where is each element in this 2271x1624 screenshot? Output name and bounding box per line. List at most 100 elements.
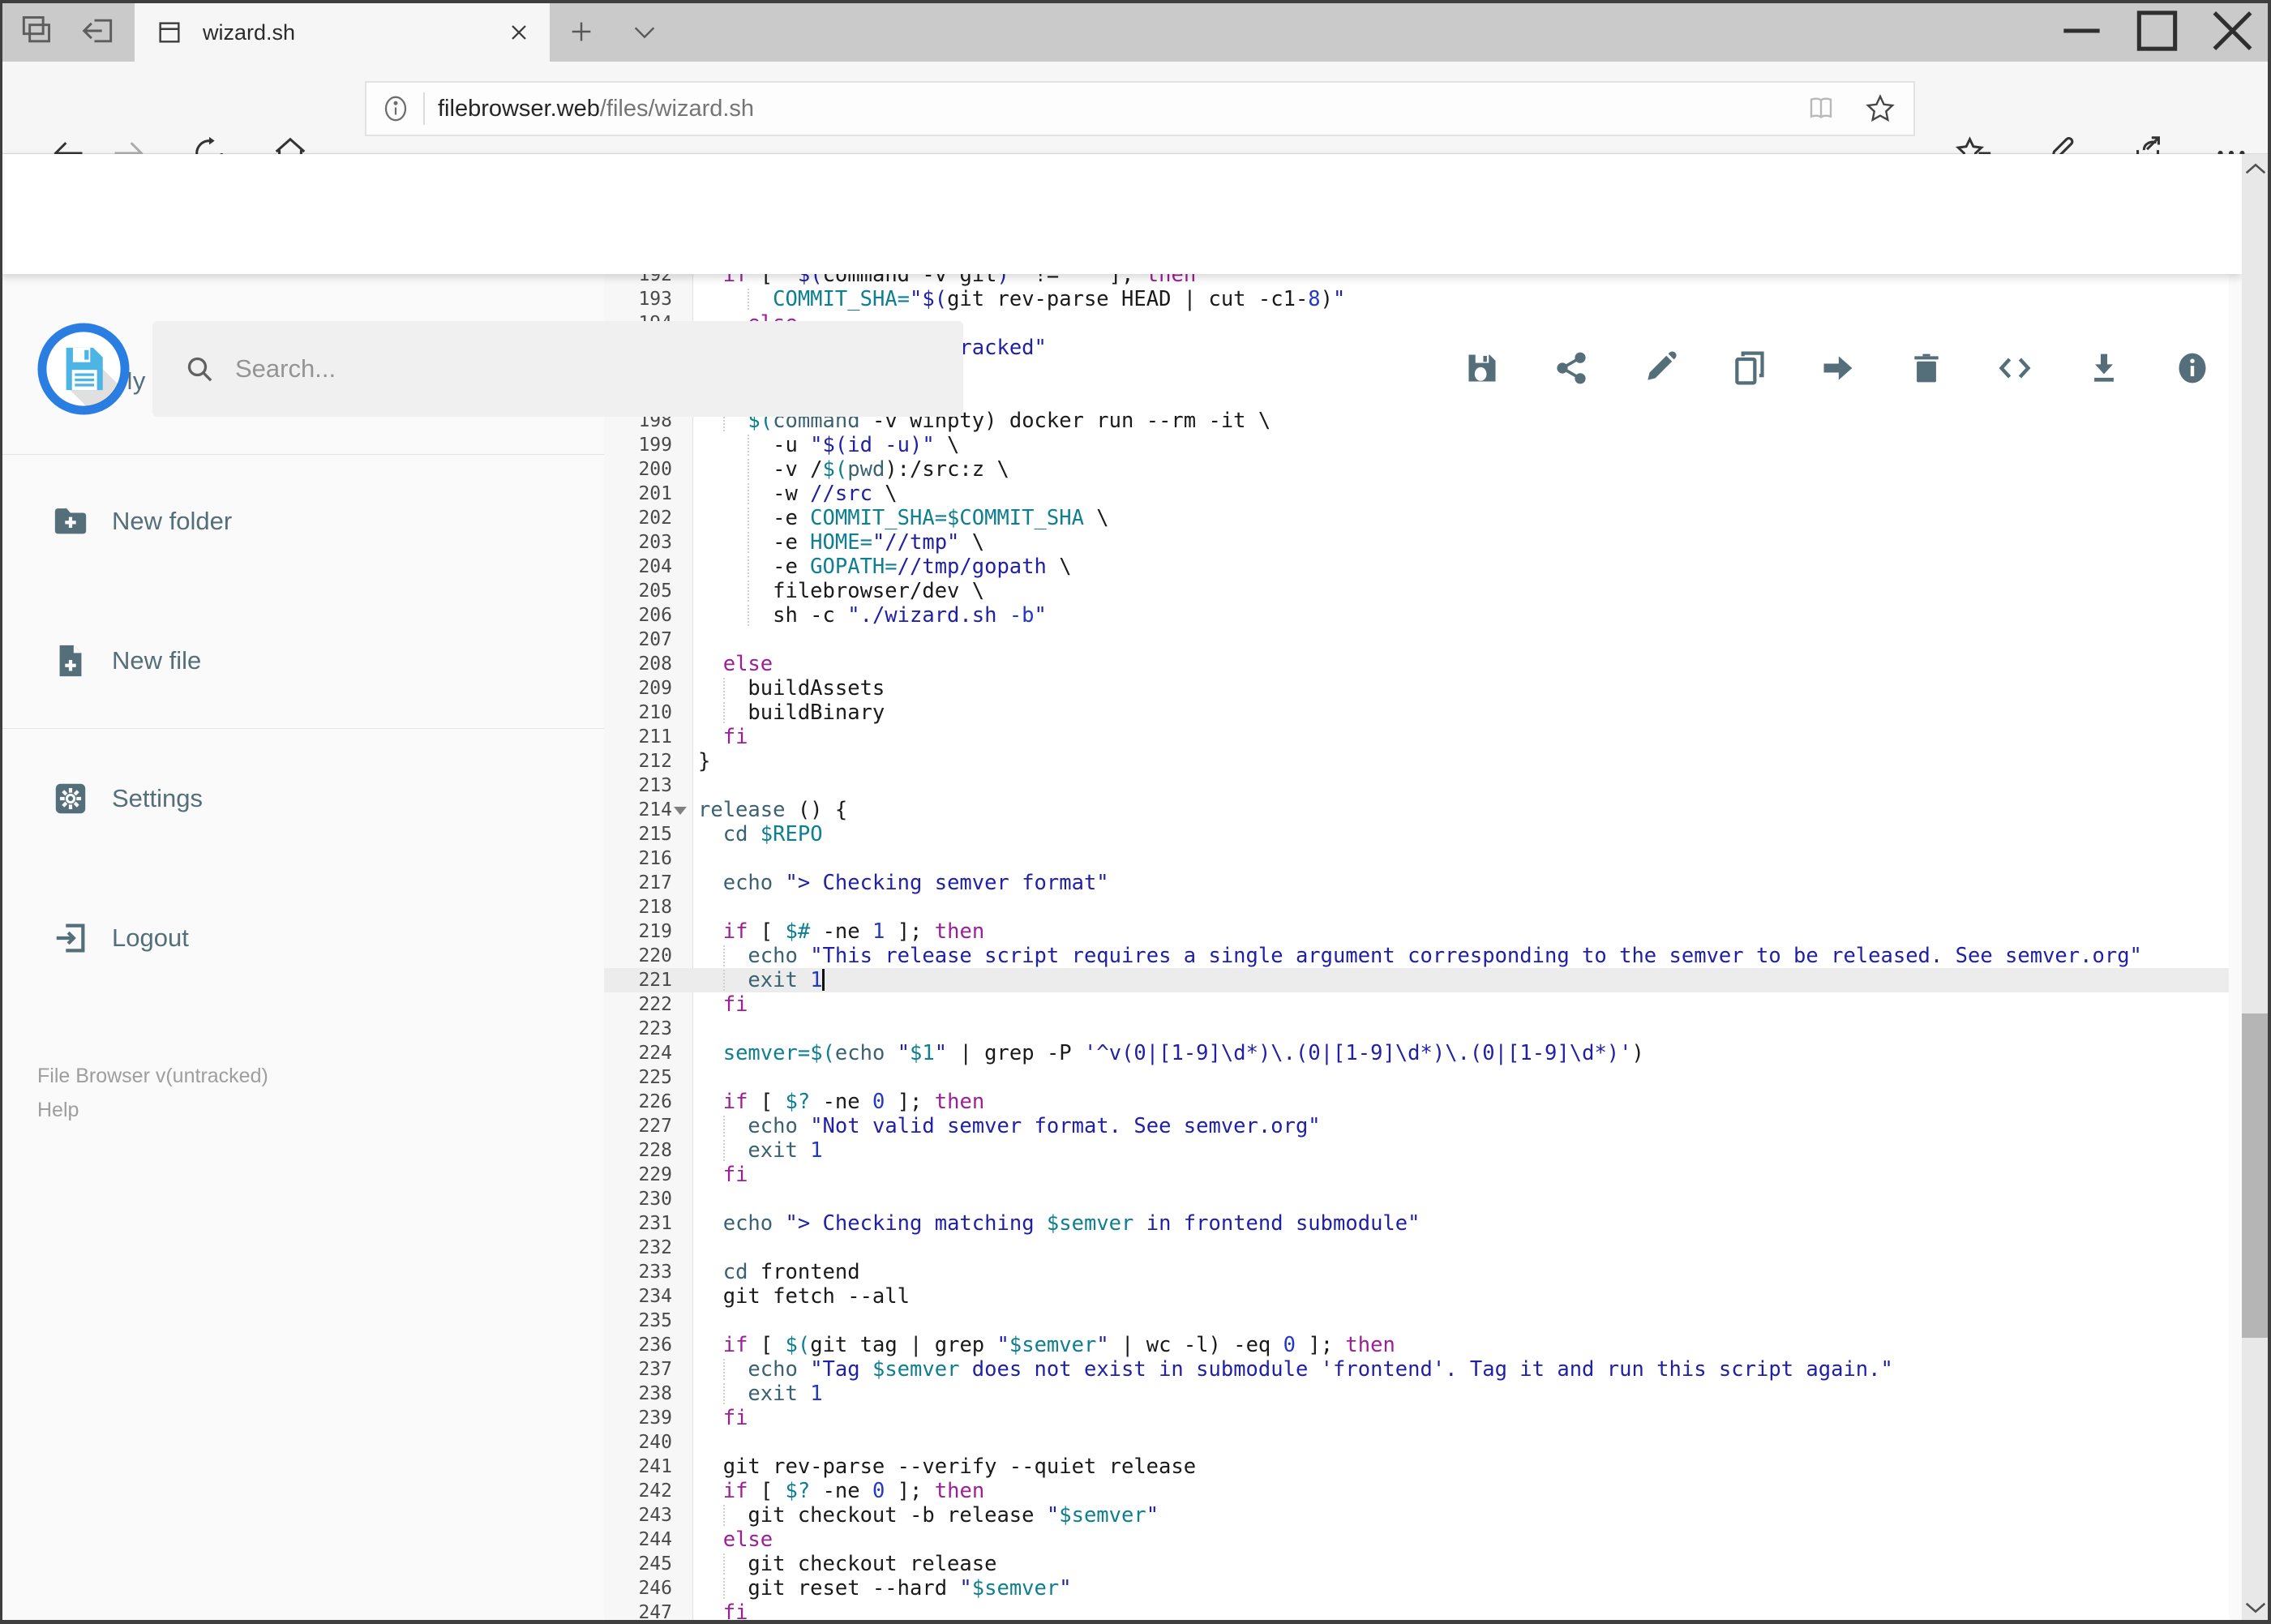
code-line[interactable]: 239 fi [604,1406,2229,1430]
line-number: 193 [638,289,672,310]
code-line[interactable]: 235 [604,1309,2229,1333]
code-line[interactable]: 226 if [ $? -ne 0 ]; then [604,1090,2229,1114]
tab-list-chevron-icon[interactable] [631,23,658,42]
line-number: 241 [638,1456,672,1477]
code-line[interactable]: 232 [604,1236,2229,1260]
scroll-up-icon[interactable] [2242,156,2269,183]
code-line[interactable]: 228 exit 1 [604,1138,2229,1163]
tab-preview-icon[interactable] [18,13,54,49]
search-input[interactable] [235,354,916,384]
code-line[interactable]: 244 else [604,1528,2229,1552]
code-line[interactable]: 219 if [ $# -ne 1 ]; then [604,919,2229,944]
vertical-scrollbar[interactable] [2242,154,2269,1622]
code-line[interactable]: 237 echo "Tag $semver does not exist in … [604,1357,2229,1382]
code-line[interactable]: 192 if [ "$(command -v git)" != "" ]; th… [604,274,2229,287]
tab-close-icon[interactable] [506,19,532,45]
info-icon[interactable] [2175,350,2210,386]
code-line[interactable]: 204 -e GOPATH=//tmp/gopath \ [604,555,2229,579]
code-line[interactable]: 234 git fetch --all [604,1284,2229,1309]
sidebar-item-new-file[interactable]: New file [0,624,604,697]
copy-icon[interactable] [1731,350,1767,386]
line-number: 216 [638,848,672,869]
edit-icon[interactable] [1642,350,1678,386]
minimize-icon[interactable] [2044,0,2119,62]
share-icon[interactable] [1553,350,1589,386]
line-number: 213 [638,775,672,796]
code-line[interactable]: 207 [604,628,2229,652]
code-line[interactable]: 205 filebrowser/dev \ [604,579,2229,603]
code-line[interactable]: 216 [604,846,2229,871]
code-text: else [722,652,773,676]
code-line[interactable]: 218 [604,895,2229,919]
address-bar[interactable]: filebrowser.web/files/wizard.sh [365,81,1915,136]
code-line[interactable]: 224 semver=$(echo "$1" | grep -P '^v(0|[… [604,1041,2229,1065]
sidebar-item-logout[interactable]: Logout [0,902,604,975]
code-line[interactable]: 243 git checkout -b release "$semver" [604,1503,2229,1528]
code-line[interactable]: 245 git checkout release [604,1552,2229,1576]
code-line[interactable]: 242 if [ $? -ne 0 ]; then [604,1479,2229,1503]
save-icon[interactable] [1464,350,1500,386]
tab-wizard-sh[interactable]: wizard.sh [135,3,550,62]
code-line[interactable]: 212} [604,749,2229,773]
help-link[interactable]: Help [37,1093,268,1127]
download-icon[interactable] [2086,350,2122,386]
line-number: 244 [638,1529,672,1550]
url-text[interactable]: filebrowser.web/files/wizard.sh [438,96,1805,122]
code-line[interactable]: 220 echo "This release script requires a… [604,944,2229,968]
code-line[interactable]: 211 fi [604,725,2229,749]
code-line[interactable]: 238 exit 1 [604,1382,2229,1406]
maximize-icon[interactable] [2119,0,2195,62]
code-line[interactable]: 213 [604,773,2229,798]
code-line[interactable]: 233 cd frontend [604,1260,2229,1284]
fold-marker-icon[interactable] [674,807,687,815]
code-editor[interactable]: 192 if [ "$(command -v git)" != "" ]; th… [604,274,2229,1624]
code-line[interactable]: 241 git rev-parse --verify --quiet relea… [604,1455,2229,1479]
code-line[interactable]: 210 buildBinary [604,701,2229,725]
move-icon[interactable] [1819,350,1855,386]
set-tabs-aside-icon[interactable] [81,13,117,49]
code-line[interactable]: 240 [604,1430,2229,1455]
delete-icon[interactable] [1909,350,1944,386]
scroll-down-icon[interactable] [2242,1593,2269,1621]
code-line[interactable]: 199 -u "$(id -u)" \ [604,433,2229,457]
code-line[interactable]: 208 else [604,652,2229,676]
code-line[interactable]: 225 [604,1065,2229,1090]
code-line[interactable]: 217 echo "> Checking semver format" [604,871,2229,895]
code-line[interactable]: 193 COMMIT_SHA="$(git rev-parse HEAD | c… [604,287,2229,311]
filebrowser-logo[interactable] [37,323,130,415]
code-line[interactable]: 214 release () { [604,798,2229,822]
indent-guide [722,1116,725,1137]
code-line[interactable]: 246 git reset --hard "$semver" [604,1576,2229,1600]
sidebar-item-new-folder[interactable]: New folder [0,485,604,558]
code-line[interactable]: 209 buildAssets [604,676,2229,701]
code-line[interactable]: 229 fi [604,1163,2229,1187]
code-line[interactable]: 202 -e COMMIT_SHA=$COMMIT_SHA \ [604,506,2229,530]
line-number: 208 [638,653,672,675]
url-domain: filebrowser.web [438,95,600,122]
code-line[interactable]: 227 echo "Not valid semver format. See s… [604,1114,2229,1138]
code-line[interactable]: 223 [604,1017,2229,1041]
new-tab-icon[interactable] [568,18,595,45]
code-line[interactable]: 236 if [ $(git tag | grep "$semver" | wc… [604,1333,2229,1357]
close-icon[interactable] [2195,0,2270,62]
code-line[interactable]: 201 -w //src \ [604,482,2229,506]
code-line[interactable]: 203 -e HOME="//tmp" \ [604,530,2229,555]
code-line[interactable]: 221 exit 1 [604,968,2229,992]
indent-guide [722,1505,725,1526]
code-line[interactable]: 222 fi [604,992,2229,1017]
line-number: 200 [638,459,672,480]
search-bar[interactable] [152,321,963,417]
code-line[interactable]: 230 [604,1187,2229,1211]
code-line[interactable]: 206 sh -c "./wizard.sh -b" [604,603,2229,628]
code-text: exit 1 [693,1138,823,1163]
code-line[interactable]: 231 echo "> Checking matching $semver in… [604,1211,2229,1236]
scrollbar-thumb[interactable] [2242,1013,2269,1338]
code-line[interactable]: 215 cd $REPO [604,822,2229,846]
favorite-star-icon[interactable] [1865,93,1896,124]
code-line[interactable]: 200 -v /$(pwd):/src:z \ [604,457,2229,482]
page-info-icon[interactable] [381,94,410,123]
code-icon[interactable] [1997,350,2033,386]
sidebar-item-settings[interactable]: Settings [0,762,604,835]
reading-view-icon[interactable] [1805,94,1837,123]
